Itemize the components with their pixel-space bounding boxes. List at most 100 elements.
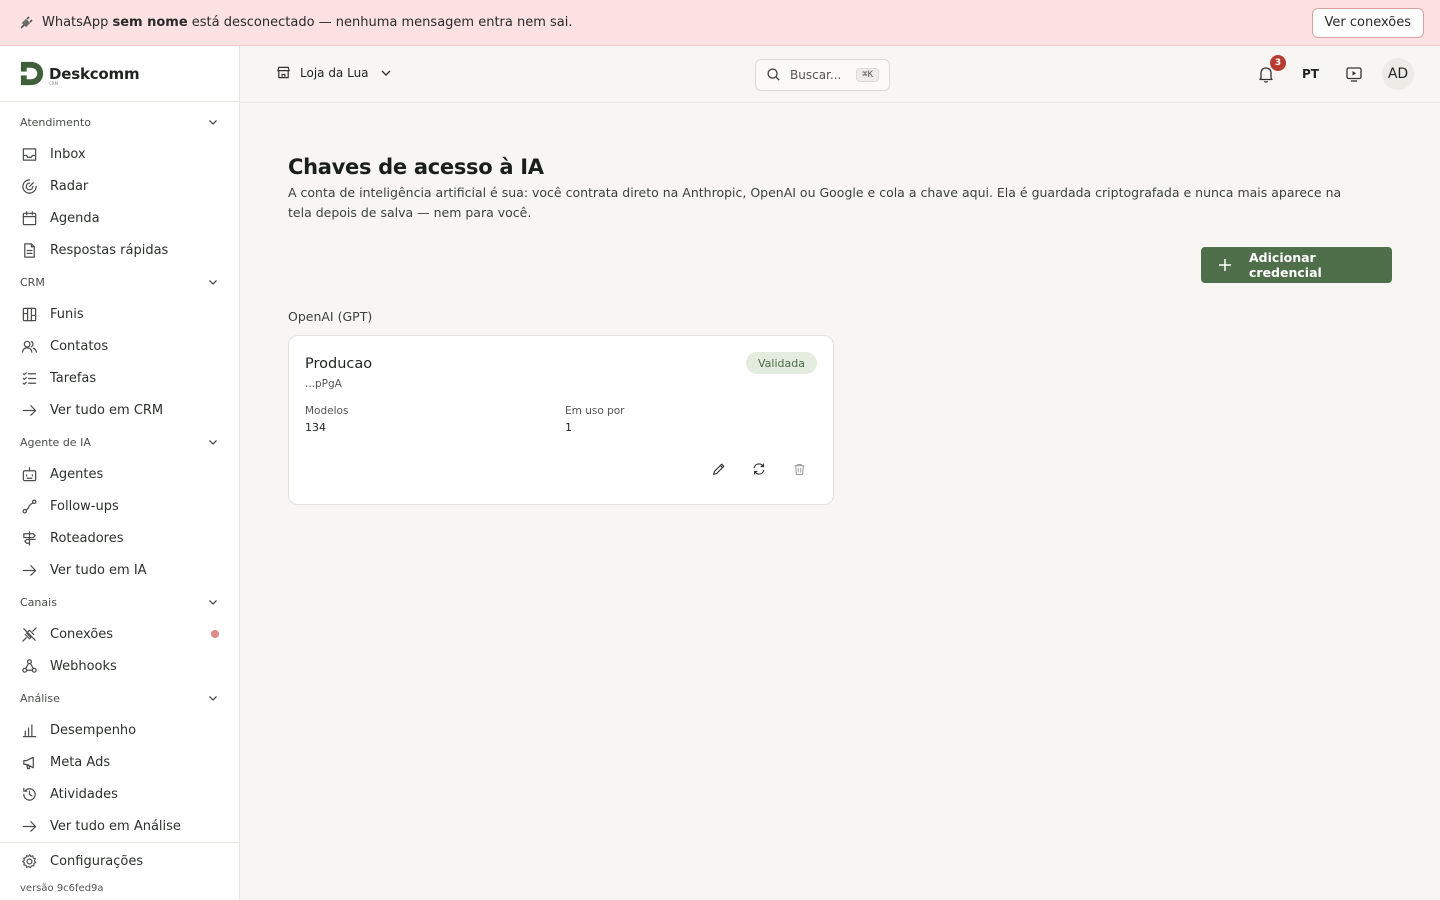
add-credential-button[interactable]: Adicionar credencial xyxy=(1201,247,1392,283)
credential-card: Producao ...pPgA Validada Modelos 134 Em… xyxy=(288,335,834,505)
sidebar-section-label: CRM xyxy=(20,275,45,289)
page-description: A conta de inteligência artificial é sua… xyxy=(288,185,1342,220)
sidebar-section-label: Análise xyxy=(20,691,60,705)
bar-chart-icon xyxy=(20,721,38,739)
topbar: Loja da Lua Buscar... ⌘K 3 PT AD xyxy=(240,46,1440,103)
chevron-down-icon xyxy=(209,120,217,125)
calendar-icon xyxy=(20,209,38,227)
sidebar-section-label: Canais xyxy=(20,595,57,609)
usage-label: Em uso por xyxy=(565,405,625,417)
notification-count-badge: 3 xyxy=(1270,55,1286,71)
kanban-icon xyxy=(20,305,38,323)
sidebar-item-agentes[interactable]: Agentes xyxy=(0,458,239,490)
chevron-down-icon xyxy=(209,600,217,605)
brand-name: Deskcomm xyxy=(49,64,140,83)
edit-icon[interactable] xyxy=(710,460,728,478)
bot-icon xyxy=(20,465,38,483)
sidebar-item-label: Webhooks xyxy=(50,658,117,674)
store-selector[interactable]: Loja da Lua xyxy=(276,65,393,81)
video-tutorial-icon[interactable] xyxy=(1345,65,1363,83)
megaphone-icon xyxy=(20,753,38,771)
sidebar-item-ver-tudo-em-ia[interactable]: Ver tudo em IA xyxy=(0,554,239,586)
webhook-icon xyxy=(20,657,38,675)
search-shortcut: ⌘K xyxy=(856,68,879,82)
sidebar-section-header[interactable]: Agente de IA xyxy=(0,426,239,458)
sidebar-item-atividades[interactable]: Atividades xyxy=(0,778,239,810)
add-credential-label: Adicionar credencial xyxy=(1249,250,1322,280)
store-name: Loja da Lua xyxy=(300,66,369,80)
sidebar-item-label: Ver tudo em IA xyxy=(50,562,147,578)
sidebar-item-settings[interactable]: Configurações xyxy=(0,845,239,877)
version-label: versão 9c6fed9a xyxy=(20,883,104,894)
sidebar-item-label: Contatos xyxy=(50,338,109,354)
sidebar-item-roteadores[interactable]: Roteadores xyxy=(0,522,239,554)
sidebar-section-header[interactable]: CRM xyxy=(0,266,239,298)
models-value: 134 xyxy=(305,421,326,434)
models-label: Modelos xyxy=(305,405,349,417)
sidebar-item-label: Ver tudo em Análise xyxy=(50,818,181,834)
sidebar-item-conexoes[interactable]: Conexões xyxy=(0,618,239,650)
sidebar-item-contatos[interactable]: Contatos xyxy=(0,330,239,362)
sidebar-item-funis[interactable]: Funis xyxy=(0,298,239,330)
sidebar-item-tarefas[interactable]: Tarefas xyxy=(0,362,239,394)
disconnected-banner: WhatsApp sem nome está desconectado — ne… xyxy=(0,0,1440,46)
checklist-icon xyxy=(20,369,38,387)
sidebar-section-label: Agente de IA xyxy=(20,435,91,449)
arrow-right-icon xyxy=(20,401,38,419)
inbox-icon xyxy=(20,145,38,163)
provider-heading: OpenAI (GPT) xyxy=(288,309,373,324)
sidebar-item-ver-tudo-em-analise[interactable]: Ver tudo em Análise xyxy=(0,810,239,842)
unplug-icon xyxy=(20,625,38,643)
sidebar-item-inbox[interactable]: Inbox xyxy=(0,138,239,170)
chevron-down-icon xyxy=(381,70,391,76)
sidebar-item-desempenho[interactable]: Desempenho xyxy=(0,714,239,746)
search-input[interactable]: Buscar... ⌘K xyxy=(755,59,890,91)
arrow-right-icon xyxy=(20,817,38,835)
sidebar-item-label: Respostas rápidas xyxy=(50,242,169,258)
document-icon xyxy=(20,241,38,259)
view-connections-button[interactable]: Ver conexões xyxy=(1311,7,1424,38)
search-placeholder: Buscar... xyxy=(790,68,842,82)
page-title: Chaves de acesso à IA xyxy=(288,155,544,179)
status-badge: Validada xyxy=(746,352,817,374)
sidebar-item-webhooks[interactable]: Webhooks xyxy=(0,650,239,682)
plug-icon xyxy=(18,15,34,31)
refresh-icon[interactable] xyxy=(750,460,768,478)
signpost-icon xyxy=(20,529,38,547)
sidebar-item-follow-ups[interactable]: Follow-ups xyxy=(0,490,239,522)
trash-icon[interactable] xyxy=(790,460,808,478)
sidebar-item-label: Agenda xyxy=(50,210,100,226)
sidebar-item-label: Funis xyxy=(50,306,84,322)
deskcomm-logo-icon xyxy=(20,61,44,86)
chevron-down-icon xyxy=(209,696,217,701)
route-icon xyxy=(20,497,38,515)
chevron-down-icon xyxy=(209,280,217,285)
arrow-right-icon xyxy=(20,561,38,579)
plus-icon xyxy=(1217,257,1233,273)
sidebar-item-respostas-rapidas[interactable]: Respostas rápidas xyxy=(0,234,239,266)
brand-sub: CRM xyxy=(49,81,59,86)
language-switcher[interactable]: PT xyxy=(1302,67,1319,81)
users-icon xyxy=(20,337,38,355)
sidebar-nav: Atendimento Inbox Radar Agenda Respostas ráp… xyxy=(0,102,239,842)
sidebar-item-agenda[interactable]: Agenda xyxy=(0,202,239,234)
radar-icon xyxy=(20,177,38,195)
sidebar-item-label: Radar xyxy=(50,178,89,194)
main-content: Chaves de acesso à IA A conta de intelig… xyxy=(240,103,1440,900)
brand[interactable]: Deskcomm CRM xyxy=(0,46,239,102)
user-avatar[interactable]: AD xyxy=(1382,58,1414,90)
sidebar-item-label: Follow-ups xyxy=(50,498,119,514)
sidebar-item-label: Meta Ads xyxy=(50,754,111,770)
sidebar-section-header[interactable]: Atendimento xyxy=(0,106,239,138)
sidebar-item-label: Tarefas xyxy=(50,370,97,386)
sidebar-section-header[interactable]: Canais xyxy=(0,586,239,618)
sidebar-item-ver-tudo-em-crm[interactable]: Ver tudo em CRM xyxy=(0,394,239,426)
sidebar-item-meta-ads[interactable]: Meta Ads xyxy=(0,746,239,778)
sidebar-item-label: Ver tudo em CRM xyxy=(50,402,164,418)
sidebar-footer: Configurações versão 9c6fed9a xyxy=(0,842,239,894)
search-icon xyxy=(766,67,782,83)
sidebar-section-header[interactable]: Análise xyxy=(0,682,239,714)
chevron-down-icon xyxy=(209,440,217,445)
sidebar-item-radar[interactable]: Radar xyxy=(0,170,239,202)
sidebar-section-label: Atendimento xyxy=(20,115,91,129)
